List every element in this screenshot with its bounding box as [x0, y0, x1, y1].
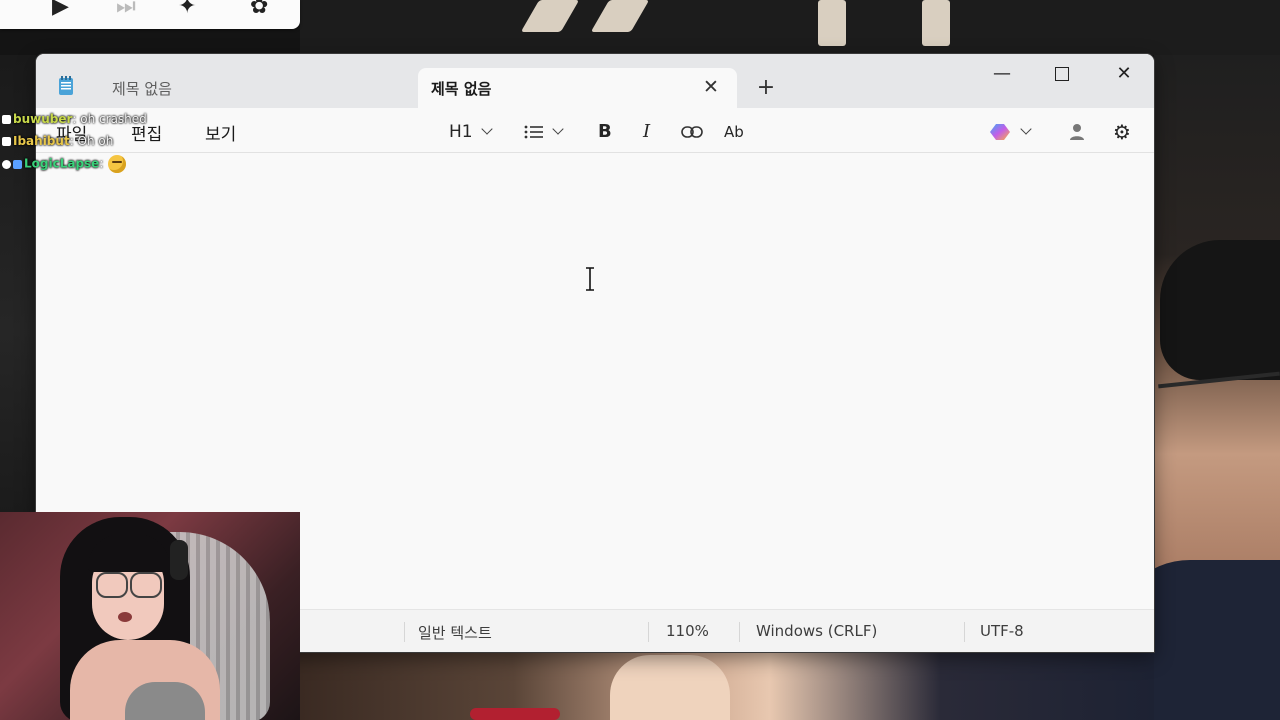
close-tab-icon[interactable]: ✕ — [698, 74, 724, 100]
status-line-ending: Windows (CRLF) — [756, 622, 878, 640]
chat-badge-icon — [2, 137, 11, 146]
minimize-button[interactable]: — — [972, 54, 1032, 94]
streamer-mouth — [118, 612, 132, 622]
notepad-app-icon — [59, 76, 73, 95]
bold-button[interactable]: B — [598, 120, 612, 144]
chat-message: LogicLapse: — [2, 155, 126, 173]
chat-badge-icon — [13, 159, 22, 169]
chat-message: Ibahibut: Oh oh — [2, 134, 113, 148]
status-divider — [964, 622, 965, 642]
heading-label: H1 — [449, 122, 473, 142]
status-divider — [739, 622, 740, 642]
maximize-button[interactable] — [1032, 54, 1092, 94]
glasses-icon — [130, 572, 162, 598]
tab-label: 제목 없음 — [112, 80, 172, 98]
tab-label: 제목 없음 — [431, 80, 492, 98]
gear-icon: ⚙ — [1113, 120, 1131, 144]
chat-username: buwuber — [13, 112, 73, 126]
bulleted-list-icon — [524, 125, 543, 139]
chevron-down-icon — [480, 123, 493, 135]
list-dropdown[interactable] — [524, 120, 564, 144]
background-red-object — [470, 708, 560, 720]
background-person-hair — [1160, 240, 1280, 380]
skip-next-icon[interactable]: ⏭ — [116, 0, 136, 19]
chat-text: : Oh oh — [69, 134, 114, 148]
webcam-overlay — [0, 512, 300, 720]
link-button[interactable] — [681, 120, 703, 144]
settings-button[interactable]: ⚙ — [1113, 120, 1131, 144]
new-tab-button[interactable]: + — [752, 74, 780, 102]
streamer-top — [125, 682, 205, 720]
settings-icon[interactable]: ✿ — [250, 0, 268, 19]
background-fist — [610, 655, 730, 720]
menu-view[interactable]: 보기 — [205, 120, 236, 145]
chat-badge-icon — [2, 115, 11, 124]
status-format: 일반 텍스트 — [418, 624, 492, 642]
chevron-down-icon — [1020, 123, 1032, 135]
headset-icon — [170, 540, 188, 580]
user-icon — [1070, 124, 1084, 140]
status-divider — [404, 622, 405, 642]
close-window-button[interactable]: ✕ — [1094, 54, 1154, 94]
chat-text: : — [99, 156, 104, 171]
italic-button[interactable]: I — [643, 120, 650, 144]
spellcheck-icon: Ab — [724, 123, 744, 141]
menu-bar: 파일 편집 보기 H1 B I Ab ⚙ — [36, 108, 1154, 153]
pin-icon[interactable]: ✦ — [178, 0, 196, 19]
link-icon — [681, 126, 703, 138]
title-bar[interactable]: 제목 없음 제목 없음 ✕ + — ✕ — [36, 54, 1154, 110]
account-button[interactable] — [1069, 120, 1085, 144]
media-player-widget: ▶ ⏭ ✦ ✿ — [0, 0, 300, 29]
chat-message: buwuber: oh crashed — [2, 112, 147, 126]
chat-username: Ibahibut — [13, 134, 70, 148]
status-encoding: UTF-8 — [980, 622, 1024, 640]
status-zoom[interactable]: 110% — [666, 622, 709, 640]
chat-username: LogicLapse — [24, 156, 100, 171]
chevron-down-icon — [552, 123, 564, 135]
background-stream-top — [300, 0, 1280, 55]
spellcheck-button[interactable]: Ab — [724, 120, 744, 144]
glasses-icon — [96, 572, 128, 598]
maximize-icon — [1055, 67, 1069, 81]
chat-text: : oh crashed — [72, 112, 147, 126]
text-cursor-icon — [586, 267, 594, 291]
thinking-emote-icon — [107, 155, 126, 173]
tab-untitled-1[interactable]: 제목 없음 — [92, 68, 412, 108]
heading-dropdown[interactable]: H1 — [449, 120, 493, 144]
tab-untitled-2[interactable]: 제목 없음 ✕ — [418, 68, 737, 110]
copilot-dropdown[interactable] — [990, 120, 1032, 144]
play-icon[interactable]: ▶ — [52, 0, 69, 19]
copilot-icon — [990, 124, 1010, 140]
chat-badge-icon — [2, 159, 11, 169]
status-divider — [648, 622, 649, 642]
